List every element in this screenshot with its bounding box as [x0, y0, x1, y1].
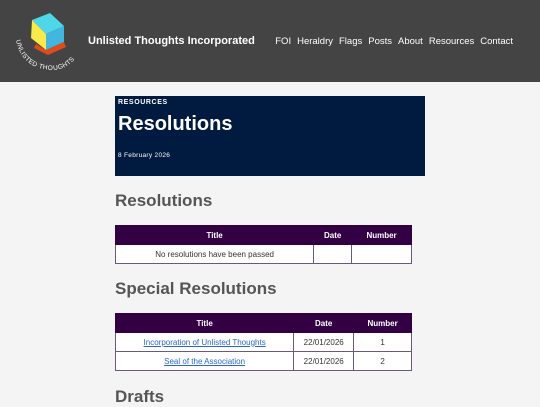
table-row: No resolutions have been passed	[114, 244, 412, 264]
resolution-link[interactable]: Incorporation of Unlisted Thoughts	[144, 338, 266, 347]
resolutions-heading: Resolutions	[115, 191, 213, 210]
column-date: Date	[293, 313, 355, 333]
nav-contact[interactable]: Contact	[480, 36, 513, 47]
logo-icon[interactable]: UNLISTED THOUGHTS	[6, 6, 82, 78]
nav-heraldry[interactable]: Heraldry	[297, 36, 333, 47]
nav-foi[interactable]: FOI	[275, 36, 291, 47]
column-title: Title	[114, 225, 315, 245]
resolution-date: 22/01/2026	[293, 351, 355, 371]
nav-posts[interactable]: Posts	[368, 36, 392, 47]
table-cell-date	[313, 244, 353, 264]
table-row: Incorporation of Unlisted Thoughts 22/01…	[114, 332, 412, 352]
nav-about[interactable]: About	[398, 36, 423, 47]
table-cell-number	[351, 244, 412, 264]
page-date: 8 February 2026	[118, 152, 171, 159]
resolution-link[interactable]: Seal of the Association	[164, 357, 245, 366]
special-resolutions-heading: Special Resolutions	[115, 279, 277, 298]
column-title: Title	[114, 313, 295, 333]
site-header: UNLISTED THOUGHTS Unlisted Thoughts Inco…	[0, 0, 540, 82]
empty-message: No resolutions have been passed	[114, 244, 315, 264]
resolution-date: 22/01/2026	[293, 332, 355, 352]
main-nav: FOI Heraldry Flags Posts About Resources…	[275, 36, 513, 47]
table-header-row: Title Date Number	[114, 313, 412, 333]
column-number: Number	[351, 225, 412, 245]
column-number: Number	[353, 313, 412, 333]
column-date: Date	[313, 225, 353, 245]
drafts-heading: Drafts	[115, 387, 165, 406]
resolution-number: 1	[353, 332, 412, 352]
hero-banner: RESOURCES Resolutions 8 February 2026	[115, 96, 425, 176]
nav-resources[interactable]: Resources	[429, 36, 474, 47]
resolution-number: 2	[353, 351, 412, 371]
special-resolutions-table: Title Date Number Incorporation of Unlis…	[114, 313, 412, 371]
resolution-title-cell: Seal of the Association	[114, 351, 295, 371]
resolutions-table: Title Date Number No resolutions have be…	[114, 225, 412, 264]
nav-flags[interactable]: Flags	[339, 36, 362, 47]
page-title: Resolutions	[118, 113, 233, 135]
table-row: Seal of the Association 22/01/2026 2	[114, 351, 412, 371]
table-header-row: Title Date Number	[114, 225, 412, 245]
hero-kicker: RESOURCES	[118, 99, 168, 106]
resolution-title-cell: Incorporation of Unlisted Thoughts	[114, 332, 295, 352]
site-title[interactable]: Unlisted Thoughts Incorporated	[88, 35, 255, 47]
